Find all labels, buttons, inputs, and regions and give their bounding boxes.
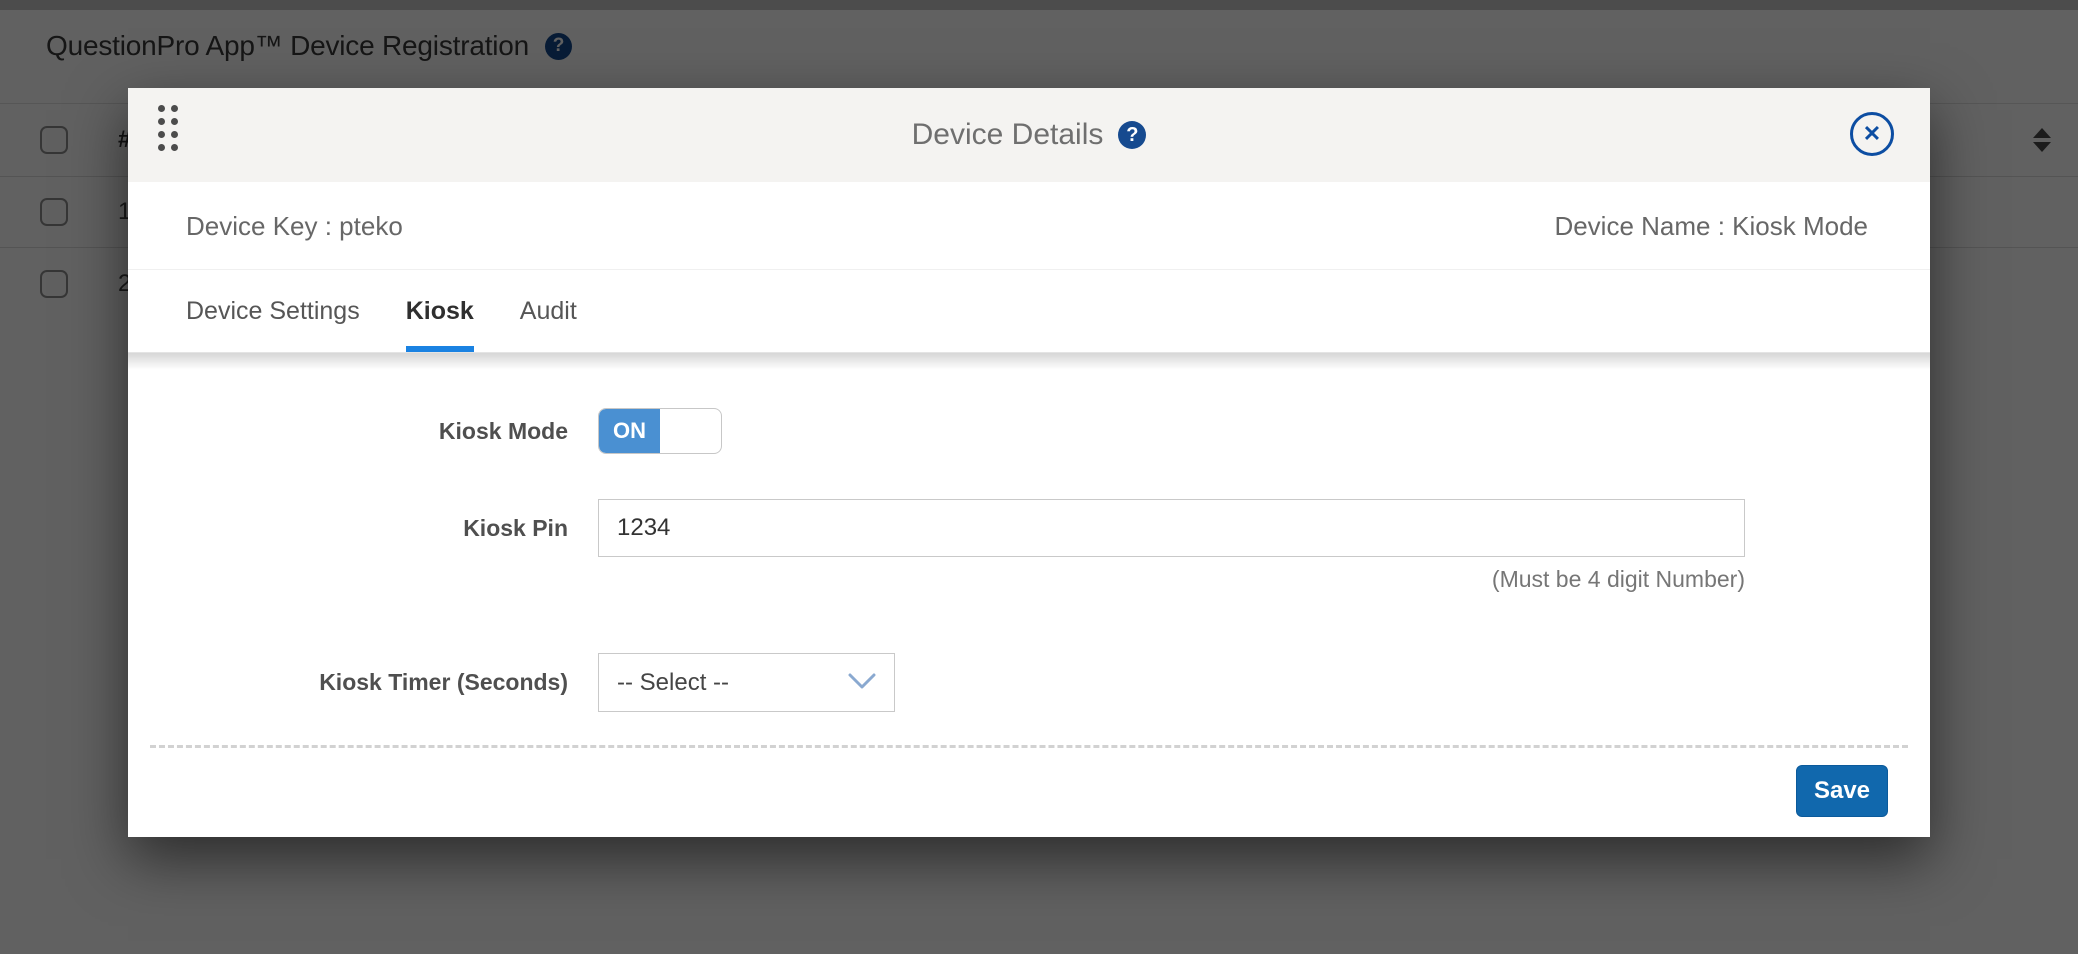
device-details-modal: Device Details Device Key : pteko Device… [128,88,1930,837]
tab-audit[interactable]: Audit [520,270,577,353]
screen: QuestionPro App™ Device Registration # 1… [0,0,2078,954]
modal-header: Device Details [128,88,1930,182]
tab-device-settings[interactable]: Device Settings [186,270,360,353]
modal-title-wrap: Device Details [128,88,1930,182]
tab-kiosk[interactable]: Kiosk [406,270,474,353]
kiosk-pin-input[interactable] [598,499,1745,557]
device-name-label: Device Name : Kiosk Mode [1554,182,1868,270]
chevron-down-icon [848,669,876,697]
kiosk-timer-value: -- Select -- [617,669,729,697]
modal-tabs: Device Settings Kiosk Audit [186,270,577,353]
kiosk-pin-label: Kiosk Pin [128,499,568,557]
modal-help-icon[interactable] [1118,121,1146,149]
toggle-on-segment: ON [599,409,660,453]
footer-divider [150,745,1908,748]
modal-title: Device Details [912,118,1104,152]
kiosk-mode-label: Kiosk Mode [128,408,568,454]
kiosk-mode-toggle[interactable]: ON [598,408,722,454]
kiosk-timer-select[interactable]: -- Select -- [598,653,895,712]
kiosk-pin-hint: (Must be 4 digit Number) [598,566,1745,593]
close-icon[interactable] [1850,112,1894,156]
device-info-band: Device Key : pteko Device Name : Kiosk M… [128,182,1930,270]
save-button[interactable]: Save [1796,765,1888,817]
device-key-label: Device Key : pteko [186,182,403,270]
tabbar-shadow [128,353,1930,370]
kiosk-timer-label: Kiosk Timer (Seconds) [128,653,568,712]
